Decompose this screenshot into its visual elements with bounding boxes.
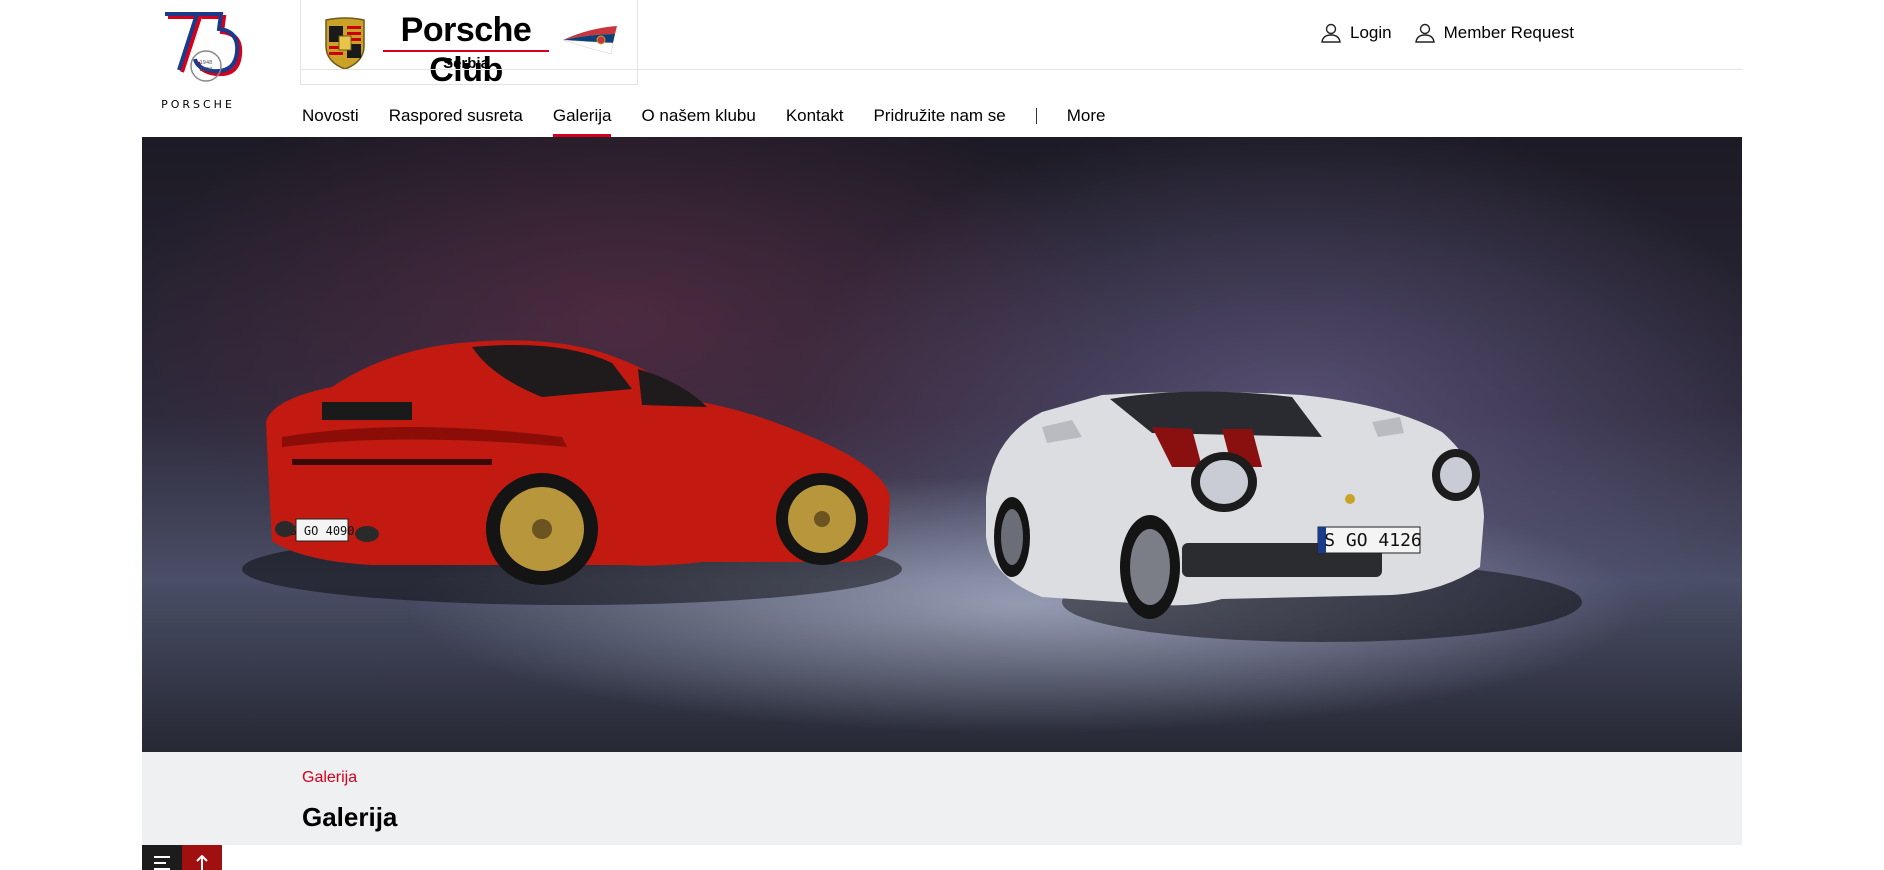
- menu-toggle-button[interactable]: [142, 845, 182, 870]
- page-title: Galerija: [302, 802, 398, 832]
- page-frame: 1948 2023 PORSCHE Porsche Club Serbia Lo…: [142, 0, 1742, 870]
- white-cabriolet: S GO 4126: [986, 391, 1484, 619]
- nav-item-o-nasem-klubu[interactable]: O našem klubu: [641, 102, 755, 136]
- nav-separator: [1035, 108, 1037, 124]
- svg-text:1948: 1948: [200, 60, 213, 66]
- header-divider: [300, 69, 1742, 70]
- porsche-crest-icon: [325, 17, 365, 70]
- top-actions: Login Member Request: [1320, 22, 1574, 44]
- hero-cars-illustration: S GO 4090 S GO 4126: [242, 340, 1582, 642]
- club-underline: [383, 50, 549, 52]
- arrow-up-icon: [196, 855, 208, 870]
- hero-image: S GO 4090 S GO 4126: [142, 137, 1742, 752]
- serbia-flag-icon: [562, 26, 617, 55]
- club-card[interactable]: Porsche Club Serbia: [300, 0, 638, 89]
- hamburger-menu-icon: [154, 856, 170, 870]
- main-nav: Novosti Raspored susreta Galerija O naše…: [302, 102, 1135, 137]
- nav-item-pridruzite-nam-se[interactable]: Pridružite nam se: [873, 102, 1005, 136]
- login-link[interactable]: Login: [1320, 22, 1392, 44]
- breadcrumb[interactable]: Galerija: [302, 769, 357, 787]
- nav-more[interactable]: More: [1067, 102, 1106, 136]
- nav-item-kontakt[interactable]: Kontakt: [786, 102, 844, 136]
- right-plate-text: S GO 4126: [1324, 530, 1422, 551]
- nav-item-galerija[interactable]: Galerija: [552, 102, 611, 137]
- member-request-link[interactable]: Member Request: [1414, 22, 1574, 44]
- member-request-label: Member Request: [1443, 23, 1574, 42]
- scroll-to-top-button[interactable]: [182, 845, 222, 870]
- user-icon: [1414, 23, 1435, 43]
- user-icon: [1321, 23, 1341, 43]
- login-label: Login: [1350, 23, 1392, 42]
- svg-text:PORSCHE: PORSCHE: [161, 98, 235, 111]
- red-coupe: S GO 4090: [266, 340, 890, 585]
- nav-item-novosti[interactable]: Novosti: [302, 102, 359, 136]
- nav-item-raspored-susreta[interactable]: Raspored susreta: [389, 102, 523, 136]
- porsche-75-logo[interactable]: 1948 2023 PORSCHE: [142, 0, 254, 118]
- svg-text:2023: 2023: [200, 67, 213, 73]
- page-header-band: Galerija Galerija: [142, 752, 1742, 845]
- left-plate-text: S GO 4090: [289, 524, 354, 538]
